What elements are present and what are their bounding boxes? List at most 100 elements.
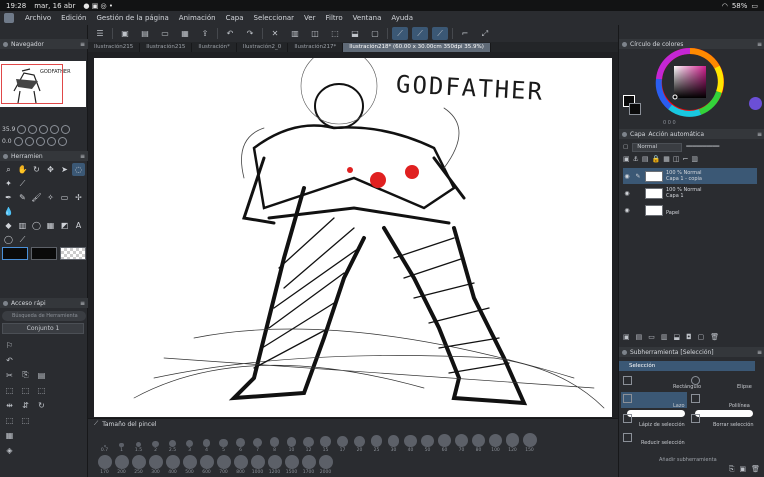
layer-mask-icon[interactable]: ◫ (673, 155, 680, 165)
eyedropper-tool-icon[interactable]: ⟋ (16, 177, 29, 190)
brush-size-option[interactable]: 25 (368, 431, 385, 453)
brush-size-option[interactable]: 600 (198, 453, 215, 475)
tab-document[interactable]: Ilustración2_0 (237, 43, 289, 52)
panel-menu-icon[interactable]: ≡ (80, 153, 85, 160)
drawing-canvas[interactable]: GODFATHER (94, 58, 612, 417)
save-icon[interactable]: ▦ (177, 27, 193, 40)
menu-icon[interactable]: ☰ (92, 27, 108, 40)
brush-size-option[interactable]: 400 (164, 453, 181, 475)
rotation-value[interactable]: 0.0 (2, 138, 12, 145)
quick-deselect-icon[interactable]: ⬚ (18, 413, 33, 427)
transfer-down-icon[interactable]: ▥ (661, 333, 668, 343)
polyline-icon[interactable] (691, 394, 700, 403)
menu-gestion-pagina[interactable]: Gestión de la página (92, 14, 174, 22)
quick-fill-icon[interactable]: ◈ (2, 443, 17, 457)
decoration-tool-icon[interactable]: ✢ (72, 191, 85, 204)
object-tool-icon[interactable]: ➤ (58, 163, 71, 176)
add-subtool-button[interactable]: Añadir subherramienta (659, 457, 717, 463)
brush-size-option[interactable]: 7 (249, 431, 266, 453)
color-wheel[interactable] (655, 47, 725, 117)
lasso-icon[interactable] (623, 394, 632, 403)
rotate-left-icon[interactable] (13, 136, 23, 146)
brush-size-option[interactable]: 1000 (249, 453, 266, 475)
brush-size-option[interactable]: 1 (113, 431, 130, 453)
brush-size-option[interactable]: 60 (436, 431, 453, 453)
quick-rotate-icon[interactable]: ↻ (34, 398, 49, 412)
quick-grid-icon[interactable]: ▦ (2, 428, 17, 442)
rectangle-icon[interactable] (623, 376, 632, 385)
menu-seleccionar[interactable]: Seleccionar (249, 14, 300, 22)
layer-lock-alpha-icon[interactable]: ▦ (663, 155, 670, 165)
stroke-correction-3-icon[interactable]: ⟋ (432, 27, 448, 40)
deselect-icon[interactable]: ⬚ (327, 27, 343, 40)
brush-size-option[interactable]: 50 (419, 431, 436, 453)
brush-size-option[interactable]: 500 (181, 453, 198, 475)
layer-title[interactable]: Capa (630, 131, 645, 138)
layer-item-papel[interactable]: ◉ Papel (623, 202, 757, 218)
menu-archivo[interactable]: Archivo (20, 14, 56, 22)
layer-ruler-icon[interactable]: ⌐ (683, 155, 689, 165)
brush-size-option[interactable]: 10 (283, 431, 300, 453)
selection-launcher-icon[interactable]: ▢ (367, 27, 383, 40)
subtool-new-icon[interactable]: ▣ (739, 465, 746, 474)
rotate-tool-icon[interactable]: ↻ (30, 163, 43, 176)
subtool-ellipse[interactable]: Elipse (737, 384, 752, 390)
eye-icon[interactable]: ◉ (623, 207, 631, 214)
brush-size-option[interactable]: 170 (96, 453, 113, 475)
subtool-selection-pen[interactable]: Lápiz de selección (639, 422, 685, 428)
brush-size-option[interactable]: 300 (147, 453, 164, 475)
tab-document[interactable]: Ilustración217* (288, 43, 344, 52)
zoom-tool-icon[interactable]: ⌕ (2, 163, 15, 176)
panel-menu-icon[interactable]: ≡ (757, 349, 762, 356)
pencil-tool-icon[interactable]: ✎ (16, 191, 29, 204)
quick-paste-icon[interactable]: ▤ (34, 368, 49, 382)
tab-document[interactable]: Ilustración215 (140, 43, 193, 52)
layer-item-capa1-copia[interactable]: ◉ ✎ 100 % Normal Capa 1 - copia (623, 168, 757, 184)
navigator-preview[interactable]: GODFATHER (0, 61, 86, 107)
fill-icon[interactable]: ▥ (287, 27, 303, 40)
tab-document[interactable]: Ilustración215 (88, 43, 141, 52)
brush-size-option[interactable]: 6 (232, 431, 249, 453)
layer-draft-icon[interactable]: ▤ (642, 155, 649, 165)
brush-size-option[interactable]: 70 (453, 431, 470, 453)
blend-tool-icon[interactable]: 💧 (2, 205, 15, 218)
menu-capa[interactable]: Capa (221, 14, 249, 22)
export-icon[interactable]: ⇪ (197, 27, 213, 40)
brush-size-option[interactable]: 80 (470, 431, 487, 453)
quick-sign-icon[interactable]: ⚐ (2, 338, 17, 352)
fit-width-icon[interactable] (61, 124, 71, 134)
brush-size-option[interactable]: 2 (147, 431, 164, 453)
menu-ver[interactable]: Ver (299, 14, 320, 22)
brush-size-option[interactable]: 2000 (317, 453, 334, 475)
brush-size-option[interactable]: 0.7 (96, 431, 113, 453)
flip-horizontal-icon[interactable] (46, 136, 56, 146)
brush-size-option[interactable]: 100 (487, 431, 504, 453)
quick-select-icon[interactable]: ⬚ (2, 413, 17, 427)
clear-icon[interactable]: ✕ (267, 27, 283, 40)
main-color-swatch[interactable] (2, 247, 28, 260)
tool-search-input[interactable]: Búsqueda de Herramienta (2, 311, 86, 321)
brush-size-option[interactable]: 17 (334, 431, 351, 453)
subtool-shrink-selection[interactable]: Reducir selección (641, 440, 685, 446)
zoom-in-icon[interactable] (28, 124, 38, 134)
shrink-selection-icon[interactable] (623, 433, 632, 442)
hue-ring[interactable] (655, 47, 725, 117)
brush-tool-icon[interactable]: 🖌 (30, 191, 43, 204)
brush-size-option[interactable]: 1200 (266, 453, 283, 475)
invert-selection-icon[interactable]: ⬓ (347, 27, 363, 40)
brush-size-option[interactable]: 1500 (283, 453, 300, 475)
fullscreen-icon[interactable]: ⤢ (477, 27, 493, 40)
create-mask-icon[interactable]: ◘ (686, 333, 692, 343)
panel-menu-icon[interactable]: ≡ (757, 131, 762, 138)
open-folder-icon[interactable]: ▭ (157, 27, 173, 40)
undo-icon[interactable]: ↶ (222, 27, 238, 40)
reset-rotation-icon[interactable] (35, 136, 45, 146)
move-tool-icon[interactable]: ✥ (44, 163, 57, 176)
brush-size-option[interactable]: 20 (351, 431, 368, 453)
new-vector-layer-icon[interactable]: ▤ (636, 333, 643, 343)
correction-tool-icon[interactable]: ⟋ (16, 233, 29, 246)
selection-tool-icon[interactable]: ◌ (72, 163, 85, 176)
quick-flip-h-icon[interactable]: ⇹ (2, 398, 17, 412)
subtool-lasso[interactable]: Lazo (673, 403, 685, 409)
quick-transform-icon[interactable]: ⬚ (2, 383, 17, 397)
